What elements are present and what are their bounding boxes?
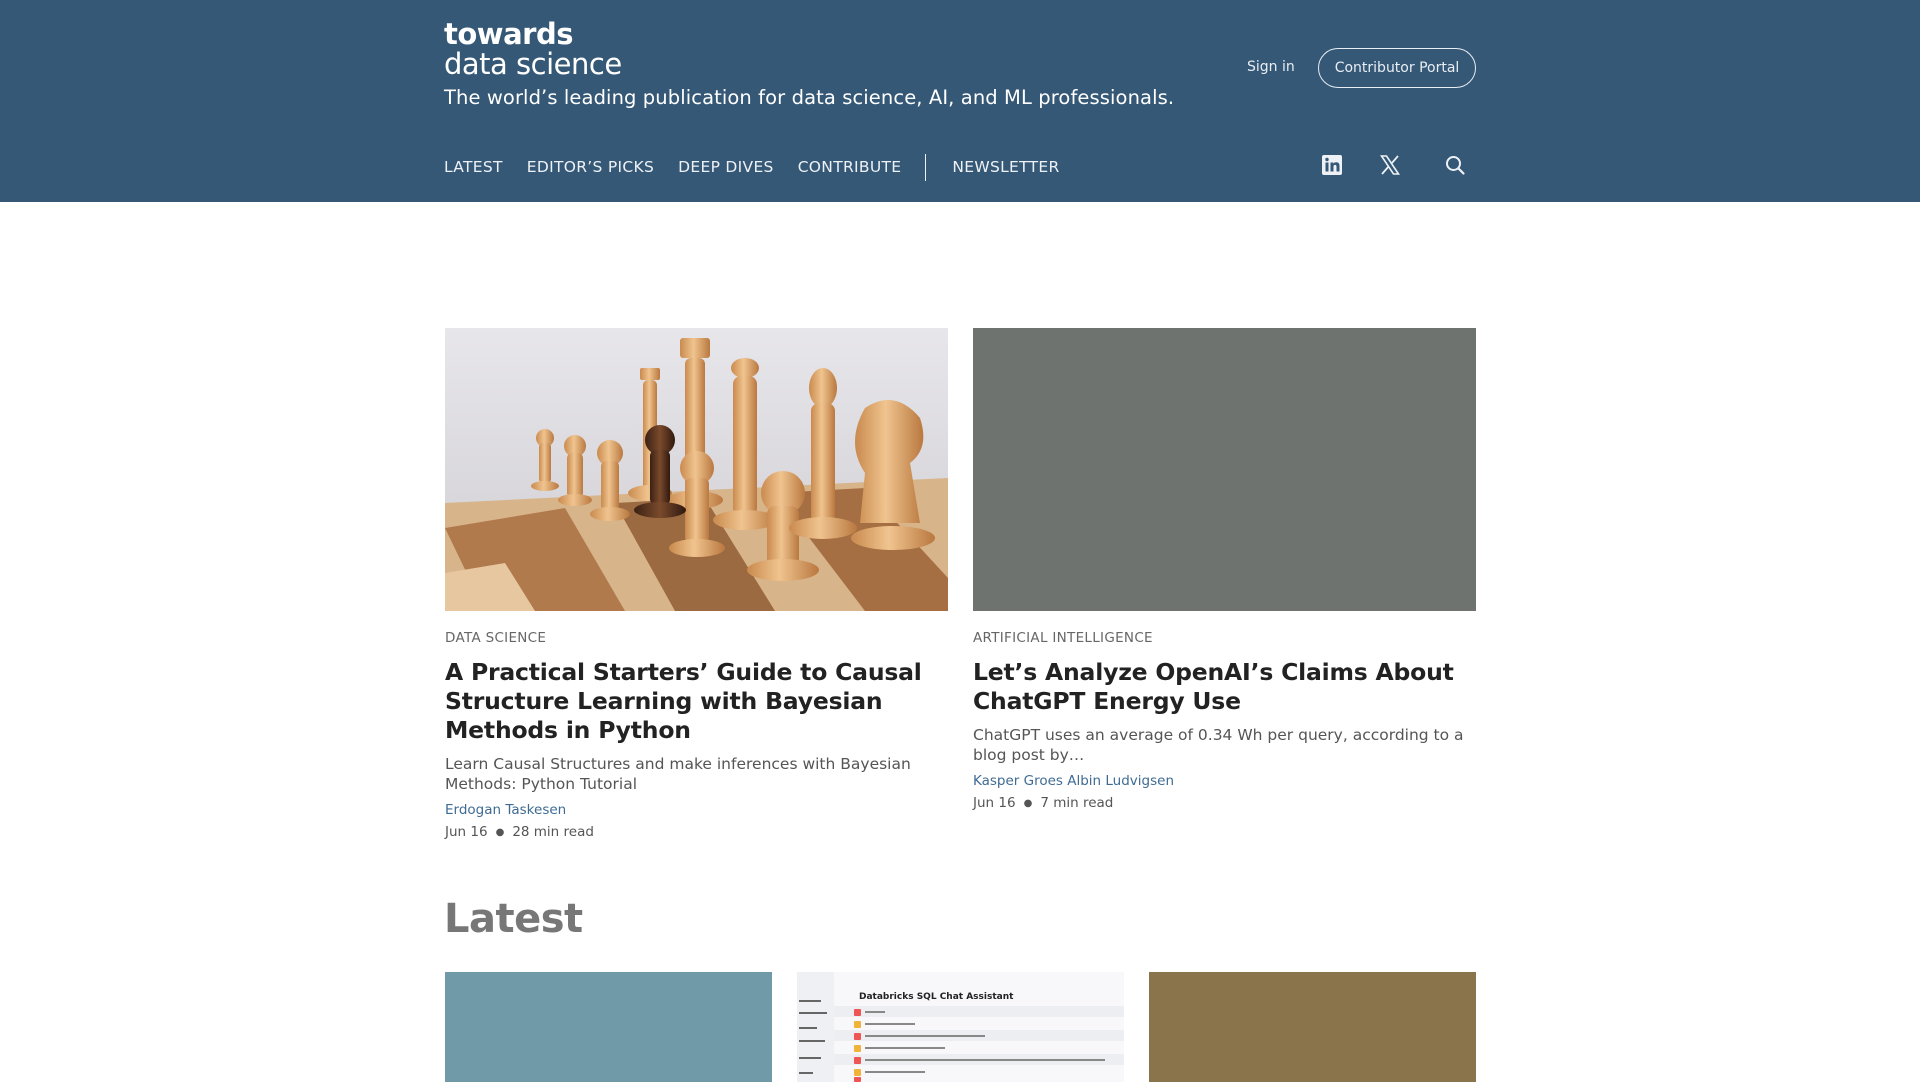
article-author[interactable]: Erdogan Taskesen (445, 802, 948, 818)
latest-article-3-thumbnail[interactable] (1149, 972, 1476, 1082)
site-header: towards data science The world’s leading… (0, 0, 1920, 202)
nav-newsletter[interactable]: NEWSLETTER (952, 158, 1059, 176)
nav-latest[interactable]: LATEST (444, 158, 503, 176)
logo-line-1: towards (444, 17, 573, 51)
article-date: Jun 16 (973, 795, 1016, 811)
featured-article-1[interactable]: DATA SCIENCE A Practical Starters’ Guide… (445, 328, 948, 840)
x-icon[interactable] (1378, 153, 1402, 177)
nav-contribute[interactable]: CONTRIBUTE (798, 158, 902, 176)
meta-separator: ● (1023, 797, 1033, 809)
article-date: Jun 16 (445, 824, 488, 840)
article-description: ChatGPT uses an average of 0.34 Wh per q… (973, 726, 1464, 764)
article-meta: Jun 16 ● 28 min read (445, 824, 948, 840)
site-tagline: The world’s leading publication for data… (444, 86, 1175, 109)
article-category[interactable]: ARTIFICIAL INTELLIGENCE (973, 630, 1476, 646)
article-title[interactable]: Let’s Analyze OpenAI’s Claims About Chat… (973, 658, 1476, 716)
article-thumbnail-placeholder[interactable] (973, 328, 1476, 611)
article-meta: Jun 16 ● 7 min read (973, 795, 1476, 811)
article-author[interactable]: Kasper Groes Albin Ludvigsen (973, 773, 1476, 789)
article-read-time: 7 min read (1040, 795, 1114, 811)
latest-section-heading: Latest (444, 896, 583, 942)
contributor-portal-button[interactable]: Contributor Portal (1318, 48, 1476, 88)
sign-in-link[interactable]: Sign in (1247, 59, 1295, 75)
nav-divider (925, 153, 927, 181)
article-read-time: 28 min read (512, 824, 594, 840)
article-category[interactable]: DATA SCIENCE (445, 630, 948, 646)
nav-editors-picks[interactable]: EDITOR’S PICKS (527, 158, 654, 176)
article-thumbnail-chess[interactable] (445, 328, 948, 611)
linkedin-icon[interactable] (1320, 153, 1344, 177)
main-nav: LATEST EDITOR’S PICKS DEEP DIVES CONTRIB… (444, 153, 1084, 181)
meta-separator: ● (495, 826, 505, 838)
nav-deep-dives[interactable]: DEEP DIVES (678, 158, 774, 176)
latest-article-1-thumbnail[interactable] (445, 972, 772, 1082)
featured-article-2[interactable]: ARTIFICIAL INTELLIGENCE Let’s Analyze Op… (973, 328, 1476, 811)
article-title[interactable]: A Practical Starters’ Guide to Causal St… (445, 658, 948, 745)
article-description: Learn Causal Structures and make inferen… (445, 755, 911, 793)
site-logo[interactable]: towards data science (444, 20, 622, 79)
latest-article-2-thumbnail[interactable]: Databricks SQL Chat Assistant (797, 972, 1124, 1082)
search-icon[interactable] (1443, 153, 1467, 177)
thumbnail-title: Databricks SQL Chat Assistant (859, 992, 1014, 1002)
logo-line-2: data science (444, 47, 622, 81)
